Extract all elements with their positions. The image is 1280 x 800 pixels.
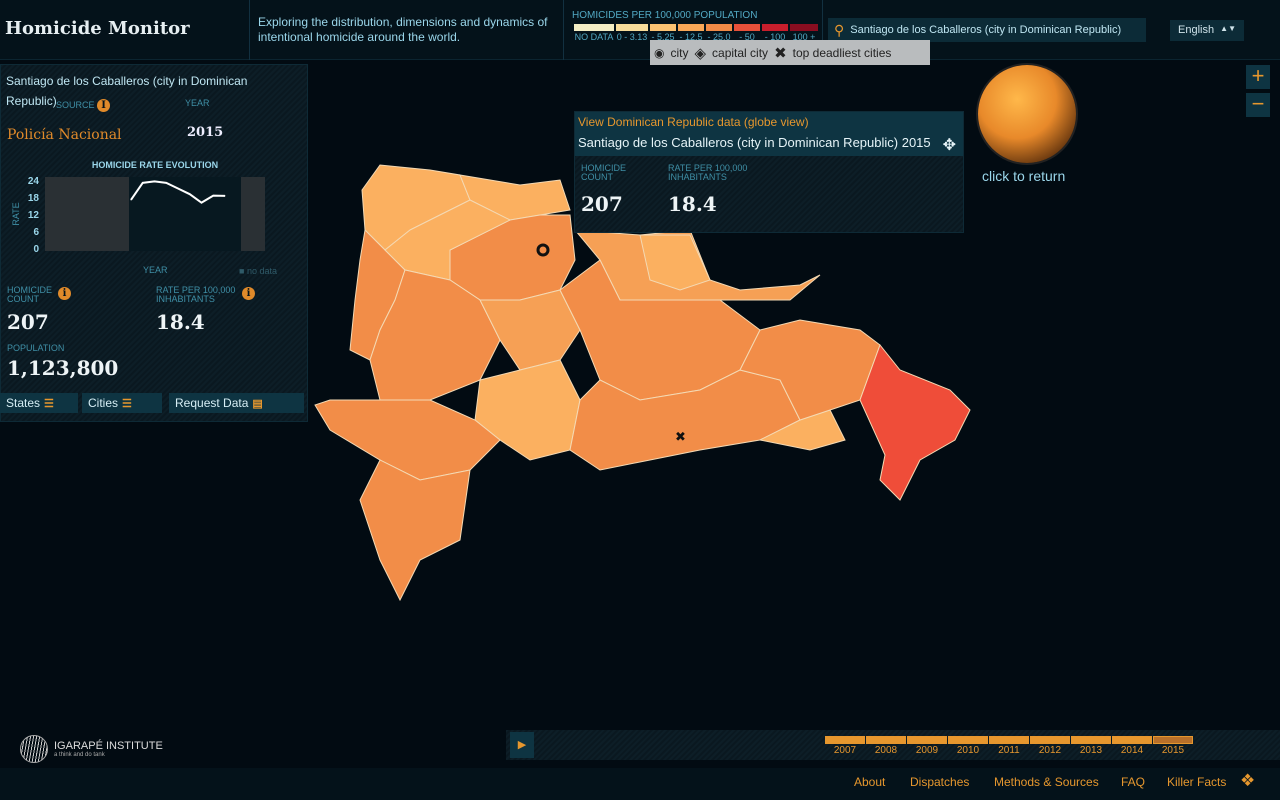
rate-point bbox=[224, 195, 226, 197]
region bbox=[859, 343, 971, 501]
timeline-year[interactable]: 2011 bbox=[989, 736, 1029, 756]
rate-point bbox=[142, 182, 144, 184]
y-tick-label: 6 bbox=[33, 227, 39, 238]
timeline-year[interactable]: 2008 bbox=[866, 736, 906, 756]
timeline-year[interactable]: 2009 bbox=[907, 736, 947, 756]
year-value: 2015 bbox=[187, 125, 224, 140]
rate-point bbox=[201, 202, 202, 204]
region bbox=[479, 289, 581, 371]
popup-rate-label: RATE PER 100,000 INHABITANTS bbox=[668, 163, 748, 182]
timeline-year[interactable]: 2014 bbox=[1112, 736, 1152, 756]
document-icon: ▤ bbox=[252, 397, 263, 410]
year-label: 2012 bbox=[1038, 745, 1062, 756]
rate-label: RATE PER 100,000 INHABITANTS bbox=[156, 285, 236, 304]
move-icon[interactable]: ✥ bbox=[943, 135, 956, 154]
y-tick-label: 0 bbox=[33, 244, 39, 255]
timeline-year[interactable]: 2013 bbox=[1071, 736, 1111, 756]
region-popup: View Dominican Republic data (globe view… bbox=[574, 111, 964, 233]
zoom-in-button[interactable]: + bbox=[1246, 65, 1270, 89]
globe-caption[interactable]: click to return bbox=[982, 168, 1065, 184]
igarape-logo[interactable]: IGARAPÉ INSTITUTE a think and do tank bbox=[20, 735, 163, 763]
popup-count: 207 bbox=[581, 192, 623, 216]
cities-button[interactable]: Cities ☰ bbox=[82, 393, 162, 413]
year-label: 2009 bbox=[915, 745, 939, 756]
y-axis-label: RATE bbox=[11, 202, 21, 225]
timeline-year[interactable]: 2007 bbox=[825, 736, 865, 756]
y-tick-label: 18 bbox=[28, 193, 40, 204]
rate-point bbox=[189, 193, 191, 195]
year-label: 2015 bbox=[1161, 745, 1185, 756]
globe-view-link[interactable]: View Dominican Republic data (globe view… bbox=[575, 112, 963, 132]
region bbox=[314, 399, 501, 481]
rate-point bbox=[177, 188, 179, 189]
org-sub: a think and do tank bbox=[54, 752, 105, 758]
info-icon[interactable]: i bbox=[58, 287, 71, 300]
footer-link-killer-facts[interactable]: Killer Facts bbox=[1167, 775, 1226, 789]
source-value[interactable]: Policía Nacional bbox=[7, 127, 122, 143]
list-icon: ☰ bbox=[44, 397, 54, 410]
year-label: 2008 bbox=[874, 745, 898, 756]
data-area bbox=[129, 177, 241, 251]
rate-value: 18.4 bbox=[156, 310, 205, 334]
info-panel: Santiago de los Caballeros (city in Domi… bbox=[0, 64, 308, 422]
list-icon: ☰ bbox=[122, 397, 132, 410]
timeline-year[interactable]: 2010 bbox=[948, 736, 988, 756]
no-data-key: ■ no data bbox=[239, 266, 277, 276]
timeline-year[interactable]: 2012 bbox=[1030, 736, 1070, 756]
year-label: 2013 bbox=[1079, 745, 1103, 756]
homicide-count: 207 bbox=[7, 310, 49, 334]
x-axis-label: YEAR bbox=[143, 265, 168, 275]
chart-title: HOMICIDE RATE EVOLUTION bbox=[91, 160, 219, 170]
y-tick-label: 12 bbox=[28, 210, 40, 221]
year-label: YEAR bbox=[185, 98, 210, 108]
year-label: 2007 bbox=[833, 745, 857, 756]
population-value: 1,123,800 bbox=[7, 356, 119, 380]
info-icon[interactable]: i bbox=[242, 287, 255, 300]
info-icon[interactable]: i bbox=[97, 99, 111, 112]
zoom-out-button[interactable]: − bbox=[1246, 93, 1270, 117]
request-data-button[interactable]: Request Data ▤ bbox=[169, 393, 304, 413]
footer-link-methods[interactable]: Methods & Sources bbox=[994, 775, 1099, 789]
popup-title: Santiago de los Caballeros (city in Domi… bbox=[575, 132, 963, 156]
year-label: 2010 bbox=[956, 745, 980, 756]
rate-point bbox=[165, 182, 167, 184]
logo-icon bbox=[20, 735, 48, 763]
year-label: 2014 bbox=[1120, 745, 1144, 756]
panel-title: Santiago de los Caballeros (city in Domi… bbox=[6, 74, 248, 108]
population-label: POPULATION bbox=[7, 343, 65, 353]
timeline-year[interactable]: 2015 bbox=[1153, 736, 1193, 756]
org-name: IGARAPÉ INSTITUTE bbox=[54, 740, 163, 752]
twitter-icon[interactable]: ❖ bbox=[1240, 771, 1255, 791]
footer-link-dispatches[interactable]: Dispatches bbox=[910, 775, 969, 789]
popup-count-label: HOMICIDE COUNT bbox=[581, 163, 626, 182]
rate-chart: 24 18 12 6 0 RATE bbox=[11, 176, 265, 255]
rate-point bbox=[212, 195, 214, 197]
year-label: 2011 bbox=[998, 745, 1020, 756]
deadliest-city-marker[interactable]: ✖ bbox=[675, 429, 686, 444]
globe-button[interactable] bbox=[978, 65, 1076, 163]
rate-point bbox=[154, 180, 155, 182]
region bbox=[359, 459, 471, 602]
footer-link-faq[interactable]: FAQ bbox=[1121, 775, 1145, 789]
y-tick-label: 24 bbox=[28, 176, 40, 187]
states-button[interactable]: States ☰ bbox=[0, 393, 78, 413]
footer-link-about[interactable]: About bbox=[854, 775, 885, 789]
source-label: SOURCE i bbox=[56, 99, 111, 112]
play-button[interactable]: ▶ bbox=[510, 732, 534, 758]
timeline: ▶ 2007 2008 2009 2010 2011 2012 2013 2014 2015 bbox=[506, 730, 1280, 760]
rate-point bbox=[130, 199, 132, 201]
popup-rate: 18.4 bbox=[668, 192, 717, 216]
